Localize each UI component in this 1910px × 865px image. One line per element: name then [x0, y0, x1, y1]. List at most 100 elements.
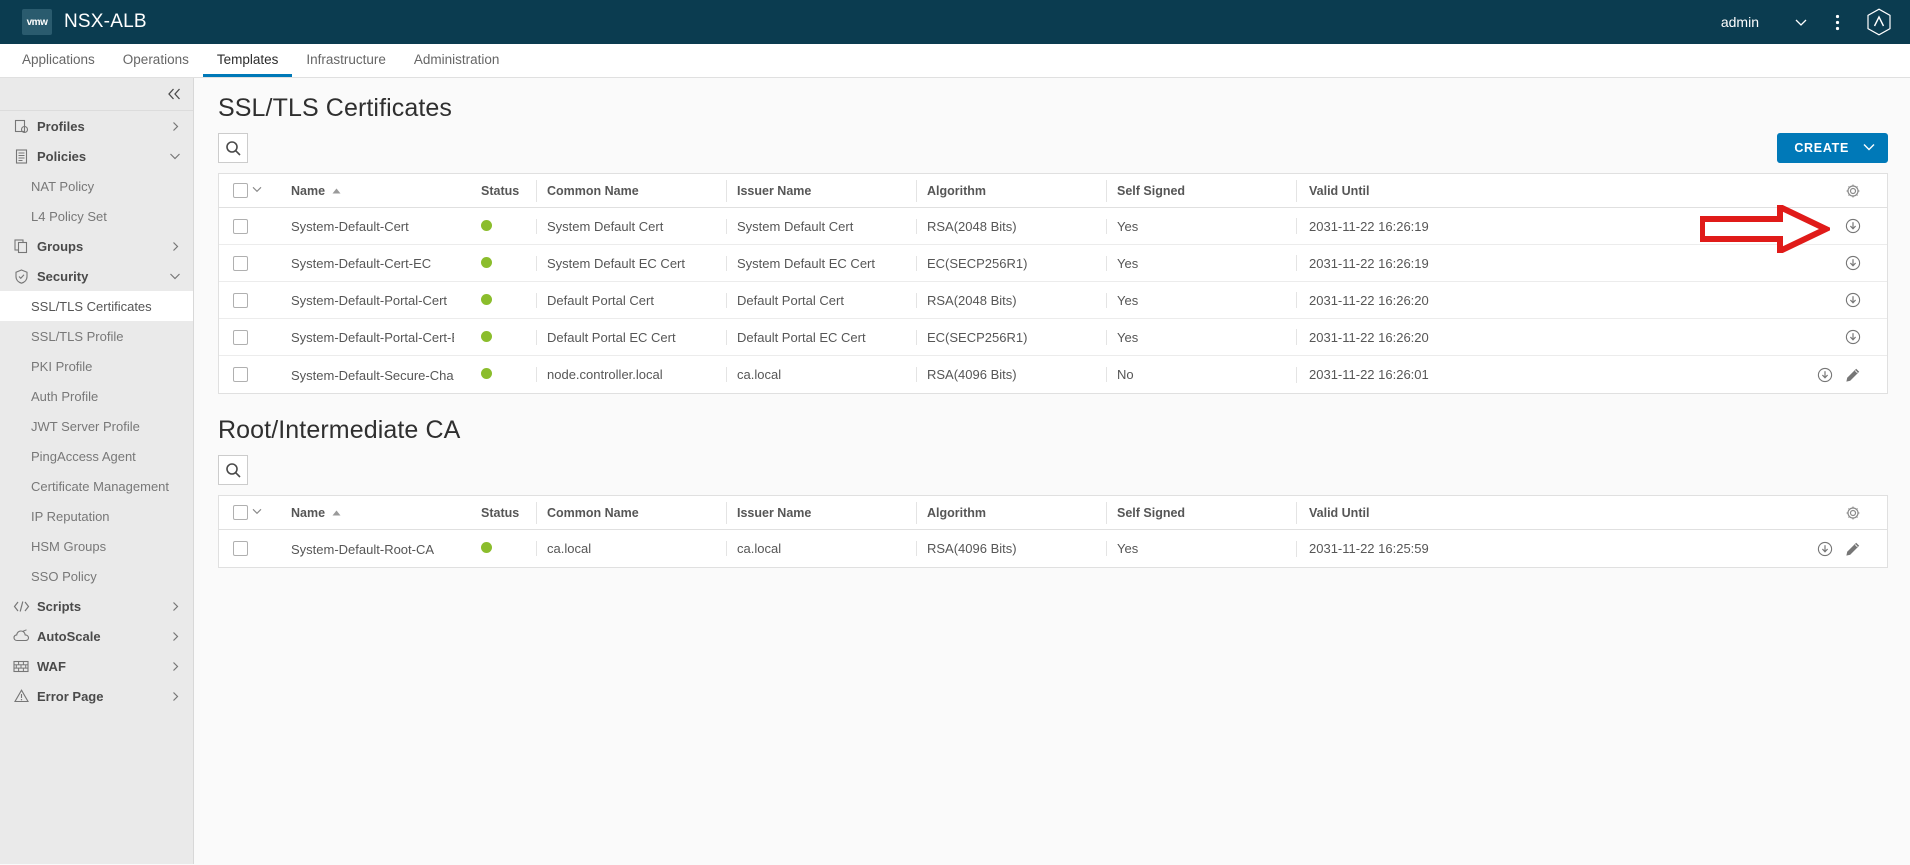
chevron-right-icon[interactable] [170, 661, 181, 672]
table-row[interactable]: System-Default-Cert-EC System Default EC … [219, 245, 1887, 282]
table-settings-button[interactable] [1585, 183, 1877, 199]
sidebar-item-policies[interactable]: Policies [0, 141, 193, 171]
sidebar-item-waf[interactable]: WAF [0, 651, 193, 681]
app-title: NSX-ALB [64, 11, 147, 32]
table-row[interactable]: System-Default-Cert System Default Cert Sy… [219, 208, 1887, 245]
chevron-right-icon[interactable] [170, 241, 181, 252]
table-row[interactable]: System-Default-Secure-Channel-Cert node.c… [219, 356, 1887, 393]
sidebar-item-certificate-management[interactable]: Certificate Management [0, 471, 193, 501]
row-checkbox[interactable] [233, 329, 248, 345]
sidebar-item-hsm-groups[interactable]: HSM Groups [0, 531, 193, 561]
column-header-status-root-ca[interactable]: Status [471, 502, 536, 524]
column-header-common-name[interactable]: Common Name [536, 179, 726, 202]
cell-status [471, 293, 536, 308]
cell-name[interactable]: System-Default-Portal-Cert-EC [281, 329, 471, 345]
table-row[interactable]: System-Default-Portal-Cert-EC Default Por… [219, 319, 1887, 356]
vmware-logo: vmw [22, 9, 52, 35]
column-header-common-name-root-ca[interactable]: Common Name [536, 501, 726, 524]
cell-issuer-name: System Default Cert [726, 218, 916, 234]
nav-tab-applications[interactable]: Applications [8, 44, 109, 77]
column-header-self-signed-root-ca[interactable]: Self Signed [1106, 501, 1296, 524]
row-checkbox[interactable] [233, 292, 248, 308]
nav-tab-templates[interactable]: Templates [202, 44, 293, 77]
chevron-down-icon[interactable] [252, 507, 262, 518]
sidebar-collapse-button[interactable] [0, 78, 193, 111]
column-header-algorithm-root-ca[interactable]: Algorithm [916, 501, 1106, 524]
table-settings-button-root-ca[interactable] [1585, 505, 1877, 521]
download-icon[interactable] [1845, 292, 1861, 308]
column-header-valid-until[interactable]: Valid Until [1296, 179, 1887, 202]
create-button[interactable]: CREATE [1777, 133, 1888, 163]
download-icon[interactable] [1817, 541, 1833, 557]
column-header-valid-until-label: Valid Until [1309, 183, 1370, 198]
row-checkbox[interactable] [233, 218, 248, 234]
download-icon[interactable] [1817, 367, 1833, 383]
cell-name[interactable]: System-Default-Root-CA [281, 540, 471, 557]
gear-icon [1846, 183, 1860, 198]
column-header-self-signed[interactable]: Self Signed [1106, 179, 1296, 202]
column-header-name[interactable]: Name [281, 180, 471, 202]
cell-name[interactable]: System-Default-Secure-Channel-Cert [281, 366, 471, 383]
chevron-right-icon[interactable] [170, 631, 181, 642]
row-actions [1845, 329, 1877, 345]
cell-name-label: System-Default-Portal-Cert [291, 293, 448, 309]
sidebar-item-error-page[interactable]: Error Page [0, 681, 193, 711]
row-checkbox[interactable] [233, 541, 248, 556]
double-chevron-left-icon [168, 88, 180, 100]
table-row[interactable]: System-Default-Root-CA ca.local ca.local RS… [219, 530, 1887, 567]
sidebar-item-autoscale[interactable]: AutoScale [0, 621, 193, 651]
column-header-status[interactable]: Status [471, 180, 536, 202]
sidebar-item-nat-policy[interactable]: NAT Policy [0, 171, 193, 201]
chevron-down-icon[interactable] [1793, 14, 1809, 30]
column-header-name-root-ca[interactable]: Name [281, 502, 471, 524]
root-ca-table: Name Status Common Name Issuer Name Algo… [218, 495, 1888, 568]
download-icon[interactable] [1845, 255, 1861, 271]
download-icon[interactable] [1845, 218, 1861, 234]
cell-name[interactable]: System-Default-Cert-EC [281, 255, 471, 271]
sidebar-item-sso-policy[interactable]: SSO Policy [0, 561, 193, 591]
column-header-valid-until-root-ca[interactable]: Valid Until [1296, 501, 1887, 524]
sidebar-item-scripts[interactable]: Scripts [0, 591, 193, 621]
cell-name[interactable]: System-Default-Cert [281, 218, 471, 234]
nav-tab-operations[interactable]: Operations [109, 44, 203, 77]
chevron-down-icon[interactable] [252, 185, 262, 196]
column-header-issuer-name-root-ca[interactable]: Issuer Name [726, 501, 916, 524]
edit-icon[interactable] [1845, 541, 1861, 557]
select-all-checkbox-root-ca[interactable] [233, 505, 248, 520]
sidebar-item-ip-reputation[interactable]: IP Reputation [0, 501, 193, 531]
table-row[interactable]: System-Default-Portal-Cert Default Portal… [219, 282, 1887, 319]
row-checkbox[interactable] [233, 367, 248, 382]
column-header-issuer-name[interactable]: Issuer Name [726, 179, 916, 202]
sidebar-item-auth-profile[interactable]: Auth Profile [0, 381, 193, 411]
chevron-right-icon[interactable] [170, 121, 181, 132]
avi-hexagon-logo-icon[interactable] [1866, 8, 1892, 36]
vertical-dots-icon[interactable] [1835, 14, 1840, 31]
chevron-right-icon[interactable] [170, 601, 181, 612]
select-all-checkbox[interactable] [233, 183, 248, 198]
row-select-cell [219, 367, 281, 382]
sidebar-item-groups[interactable]: Groups [0, 231, 193, 261]
cell-name[interactable]: System-Default-Portal-Cert [281, 292, 471, 308]
row-checkbox[interactable] [233, 255, 248, 271]
sidebar-item-jwt-server-profile[interactable]: JWT Server Profile [0, 411, 193, 441]
top-header-bar: vmw NSX-ALB admin [0, 0, 1910, 44]
search-button-certificates[interactable] [218, 133, 248, 163]
sidebar-item-pingaccess-agent[interactable]: PingAccess Agent [0, 441, 193, 471]
sidebar-item-ssl-tls-certificates[interactable]: SSL/TLS Certificates [0, 291, 193, 321]
sidebar-item-ssl-tls-profile[interactable]: SSL/TLS Profile [0, 321, 193, 351]
download-icon[interactable] [1845, 329, 1861, 345]
sidebar-item-security[interactable]: Security [0, 261, 193, 291]
nav-tab-infrastructure[interactable]: Infrastructure [292, 44, 400, 77]
column-header-algorithm[interactable]: Algorithm [916, 179, 1106, 202]
edit-icon[interactable] [1845, 367, 1861, 383]
nav-tab-administration[interactable]: Administration [400, 44, 514, 77]
sidebar-item-pki-profile[interactable]: PKI Profile [0, 351, 193, 381]
user-name-label[interactable]: admin [1721, 14, 1759, 30]
sidebar-item-profiles[interactable]: Profiles [0, 111, 193, 141]
chevron-down-icon[interactable] [169, 272, 181, 281]
sidebar-item-l4-policy-set[interactable]: L4 Policy Set [0, 201, 193, 231]
chevron-right-icon[interactable] [170, 691, 181, 702]
cell-valid-until: 2031-11-22 16:26:19 [1296, 255, 1887, 271]
chevron-down-icon[interactable] [169, 152, 181, 161]
search-button-root-ca[interactable] [218, 455, 248, 485]
